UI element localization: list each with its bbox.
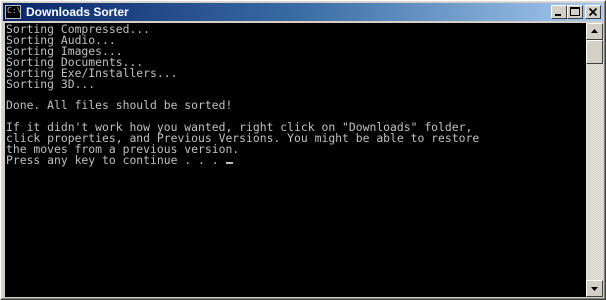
arrow-up-icon [591,29,598,33]
console-output-area[interactable]: Sorting Compressed... Sorting Audio... S… [5,23,586,297]
caption-buttons [551,5,601,19]
minimize-icon [555,14,561,16]
scroll-thumb[interactable] [586,40,603,64]
console-icon-text: C:\ [7,6,22,15]
console-window: C:\ Downloads Sorter Sorting Compressed.… [0,0,606,300]
console-line: Sorting 3D... [6,76,96,91]
console-text: Sorting Compressed... Sorting Audio... S… [5,23,586,166]
vertical-scrollbar[interactable] [586,23,603,297]
console-line: Press any key to continue . . . [6,152,226,167]
text-cursor [226,161,234,164]
maximize-icon [570,7,580,16]
close-button[interactable] [585,5,601,19]
scroll-up-button[interactable] [586,23,603,40]
arrow-down-icon [591,287,598,291]
close-icon [588,7,598,17]
scroll-down-button[interactable] [586,280,603,297]
minimize-button[interactable] [551,5,567,19]
console-line: Done. All files should be sorted! [6,98,233,113]
maximize-button[interactable] [567,5,583,19]
window-title: Downloads Sorter [26,5,129,19]
title-bar[interactable]: C:\ Downloads Sorter [3,3,603,21]
console-icon[interactable]: C:\ [5,5,21,19]
